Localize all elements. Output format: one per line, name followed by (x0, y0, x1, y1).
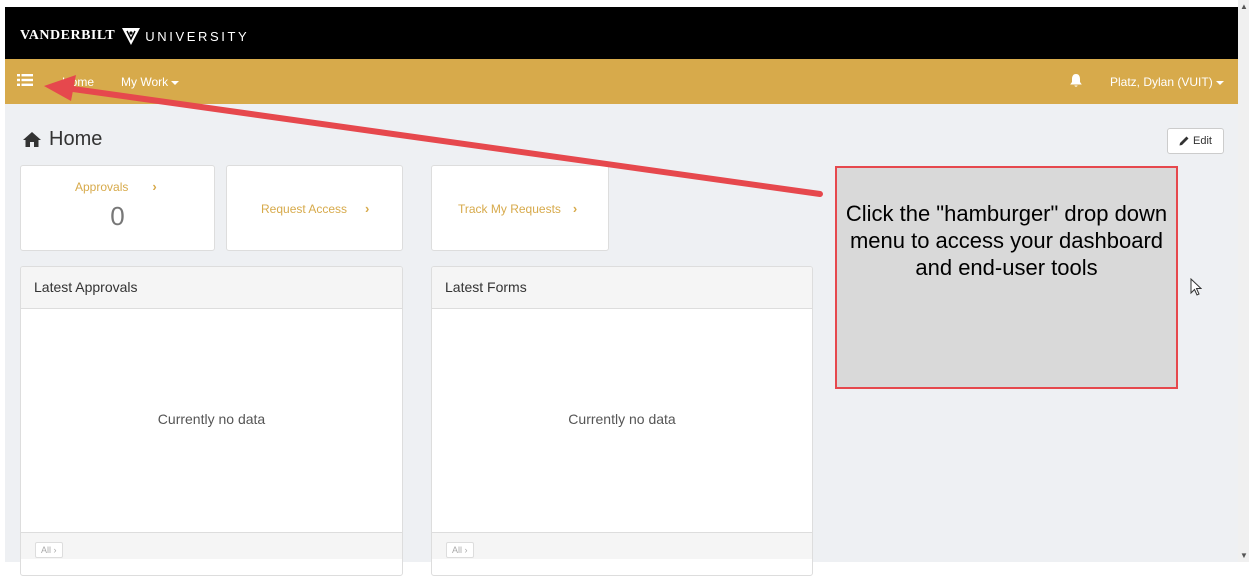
scroll-up-icon[interactable]: ▲ (1240, 2, 1248, 11)
annotation-arrow-shaft (63, 85, 823, 197)
vertical-scrollbar[interactable]: ▲ ▼ (1238, 0, 1249, 562)
annotation-arrow (44, 75, 823, 197)
scroll-down-icon[interactable]: ▼ (1240, 551, 1248, 560)
annotation-arrow-head (44, 75, 76, 101)
mouse-cursor-icon (1190, 278, 1202, 296)
